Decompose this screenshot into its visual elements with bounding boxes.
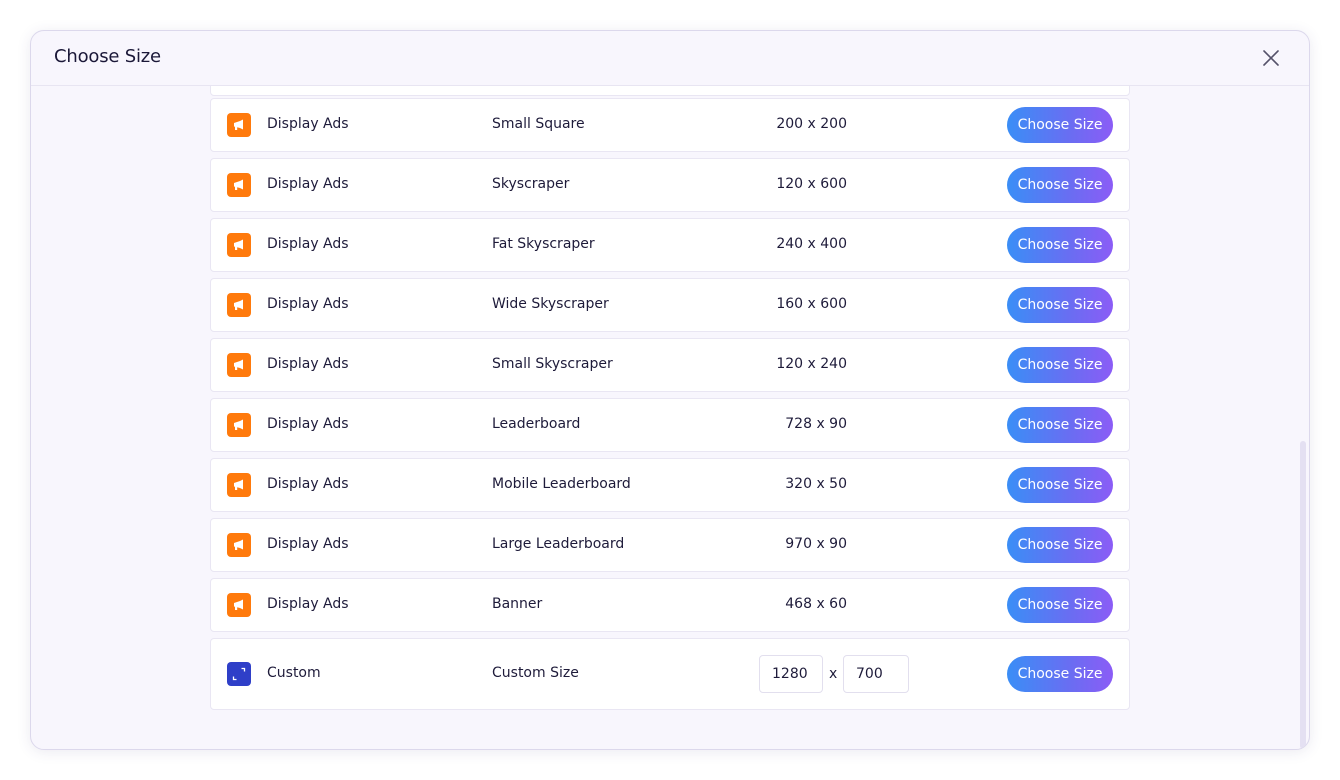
size-row: Display Ads Fat Skyscraper 240 x 400 Cho…: [210, 218, 1130, 272]
choose-size-button[interactable]: Choose Size: [1007, 656, 1113, 692]
row-category: Custom: [267, 665, 321, 681]
megaphone-icon: [227, 533, 251, 557]
row-size-name: Skyscraper: [492, 176, 570, 192]
row-dimensions: 728 x 90: [785, 416, 847, 432]
choose-size-button[interactable]: Choose Size: [1007, 167, 1113, 203]
row-size-name: Banner: [492, 596, 543, 612]
dimension-separator: x: [829, 666, 838, 682]
megaphone-icon: [227, 593, 251, 617]
size-row: Display Ads Skyscraper 120 x 600 Choose …: [210, 158, 1130, 212]
row-category: Display Ads: [267, 116, 349, 132]
row-category: Display Ads: [267, 416, 349, 432]
row-size-name: Custom Size: [492, 665, 579, 681]
row-dimensions: 120 x 600: [776, 176, 847, 192]
megaphone-icon: [227, 113, 251, 137]
row-size-name: Small Skyscraper: [492, 356, 613, 372]
size-row: Display Ads Small Skyscraper 120 x 240 C…: [210, 338, 1130, 392]
custom-height-input[interactable]: [843, 655, 909, 693]
dialog-header: Choose Size: [31, 31, 1309, 86]
choose-size-button[interactable]: Choose Size: [1007, 347, 1113, 383]
size-row: Display Ads Small Square 200 x 200 Choos…: [210, 98, 1130, 152]
choose-size-dialog: Choose Size Display Ads Small Square 200…: [30, 30, 1310, 750]
row-size-name: Small Square: [492, 116, 585, 132]
megaphone-icon: [227, 173, 251, 197]
row-category: Display Ads: [267, 296, 349, 312]
scrollbar-thumb[interactable]: [1300, 441, 1306, 749]
row-dimensions: 200 x 200: [776, 116, 847, 132]
size-list[interactable]: Display Ads Small Square 200 x 200 Choos…: [31, 86, 1309, 749]
custom-width-input[interactable]: [759, 655, 823, 693]
row-dimensions: 970 x 90: [785, 536, 847, 552]
megaphone-icon: [227, 233, 251, 257]
choose-size-button[interactable]: Choose Size: [1007, 587, 1113, 623]
size-row: Display Ads Mobile Leaderboard 320 x 50 …: [210, 458, 1130, 512]
list-item-partial: [210, 86, 1130, 96]
choose-size-button[interactable]: Choose Size: [1007, 407, 1113, 443]
row-dimensions: 320 x 50: [785, 476, 847, 492]
row-dimensions: 240 x 400: [776, 236, 847, 252]
row-category: Display Ads: [267, 476, 349, 492]
row-dimensions: 468 x 60: [785, 596, 847, 612]
row-dimensions: 160 x 600: [776, 296, 847, 312]
choose-size-button[interactable]: Choose Size: [1007, 287, 1113, 323]
size-row: Display Ads Banner 468 x 60 Choose Size: [210, 578, 1130, 632]
resize-icon: [227, 662, 251, 686]
row-size-name: Wide Skyscraper: [492, 296, 609, 312]
custom-size-row: Custom Custom Size x Choose Size: [210, 638, 1130, 710]
row-category: Display Ads: [267, 236, 349, 252]
size-row: Display Ads Large Leaderboard 970 x 90 C…: [210, 518, 1130, 572]
size-row: Display Ads Leaderboard 728 x 90 Choose …: [210, 398, 1130, 452]
row-category: Display Ads: [267, 176, 349, 192]
row-category: Display Ads: [267, 356, 349, 372]
dialog-title: Choose Size: [54, 46, 161, 67]
row-size-name: Leaderboard: [492, 416, 581, 432]
megaphone-icon: [227, 353, 251, 377]
choose-size-button[interactable]: Choose Size: [1007, 227, 1113, 263]
scrollbar[interactable]: [1300, 86, 1306, 749]
megaphone-icon: [227, 473, 251, 497]
choose-size-button[interactable]: Choose Size: [1007, 107, 1113, 143]
size-row: Display Ads Wide Skyscraper 160 x 600 Ch…: [210, 278, 1130, 332]
megaphone-icon: [227, 413, 251, 437]
megaphone-icon: [227, 293, 251, 317]
row-size-name: Fat Skyscraper: [492, 236, 595, 252]
row-category: Display Ads: [267, 536, 349, 552]
close-icon[interactable]: [1259, 46, 1283, 70]
choose-size-button[interactable]: Choose Size: [1007, 467, 1113, 503]
row-size-name: Large Leaderboard: [492, 536, 625, 552]
row-category: Display Ads: [267, 596, 349, 612]
choose-size-button[interactable]: Choose Size: [1007, 527, 1113, 563]
row-size-name: Mobile Leaderboard: [492, 476, 631, 492]
row-dimensions: 120 x 240: [776, 356, 847, 372]
